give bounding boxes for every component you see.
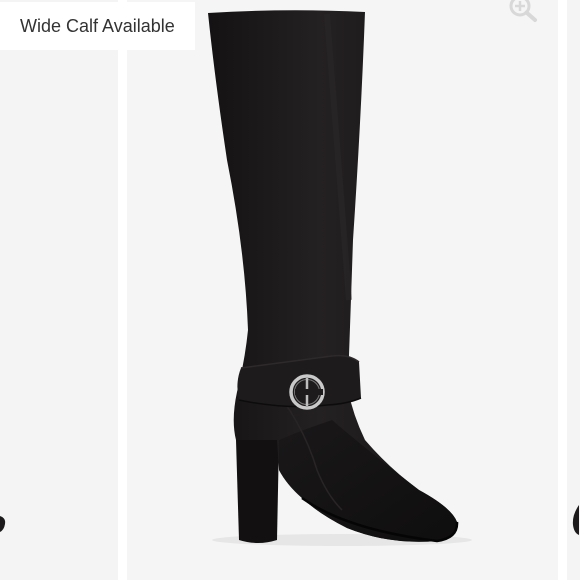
boot-heel [236,440,279,543]
previous-image-slide[interactable] [0,0,118,580]
next-image-slide[interactable] [567,0,580,580]
zoom-button[interactable] [505,0,541,24]
previous-boot-fragment [0,516,6,532]
wide-calf-badge: Wide Calf Available [0,2,195,50]
product-image-viewer: Wide Calf Available [0,0,580,580]
boot-image [127,0,558,580]
next-boot-fragment [572,505,579,535]
zoom-in-icon [509,0,537,22]
slide-gutter [118,0,127,580]
slide-gutter [558,0,567,580]
boot-illustration [208,10,472,546]
